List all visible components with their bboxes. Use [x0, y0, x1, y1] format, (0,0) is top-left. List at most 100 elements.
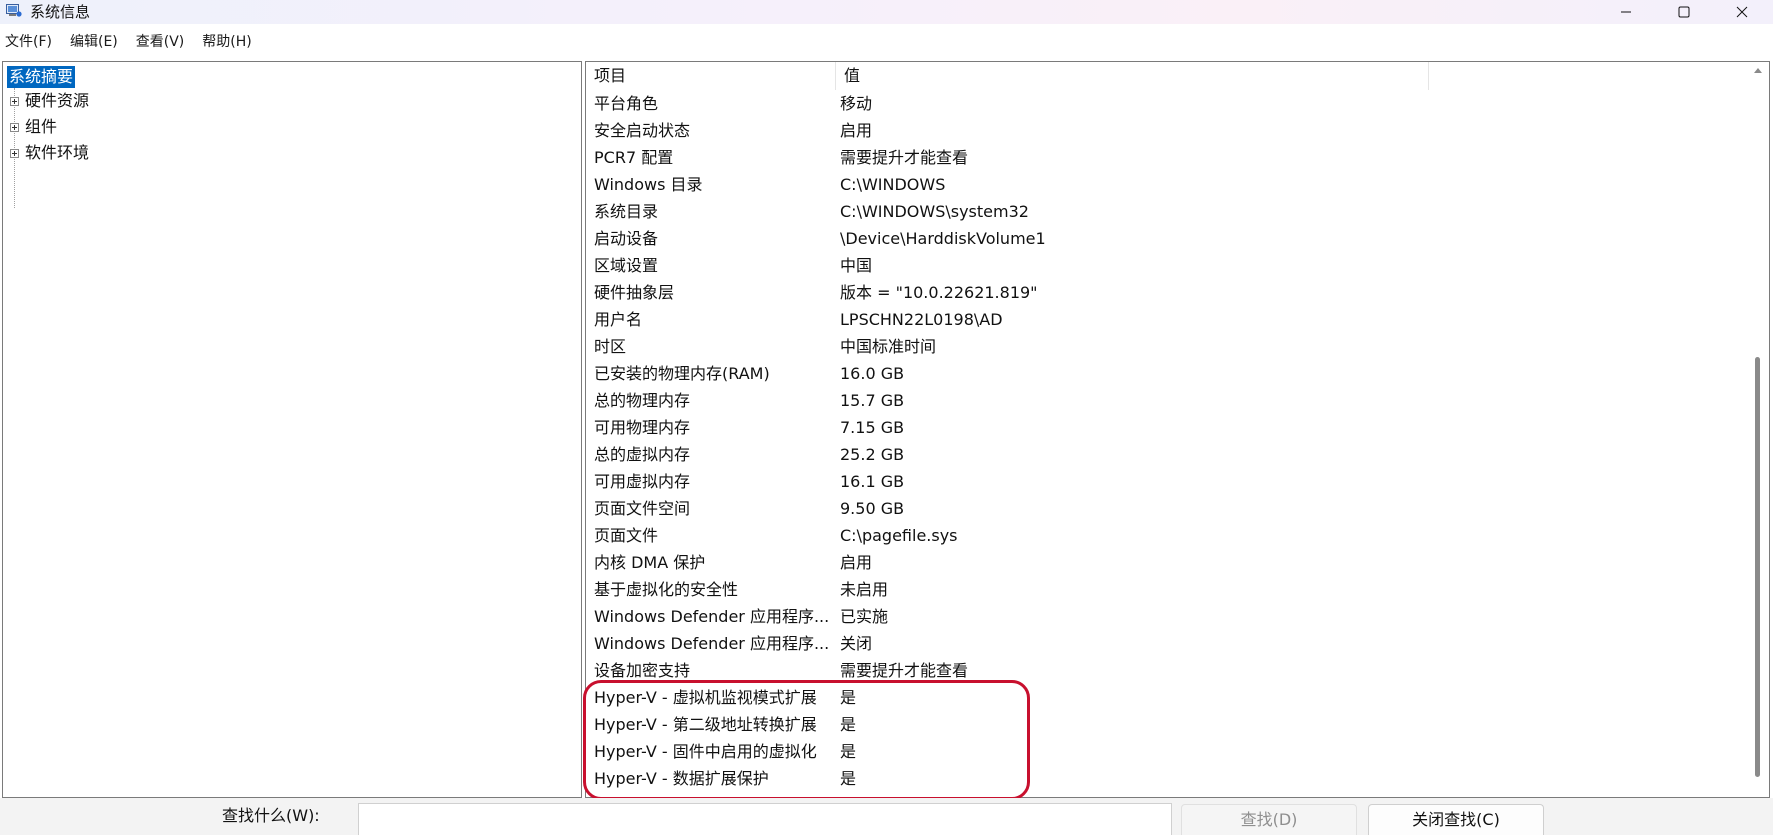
- table-row[interactable]: 总的虚拟内存 25.2 GB: [586, 441, 1746, 468]
- find-button[interactable]: 查找(D): [1181, 804, 1357, 835]
- value-cell: 是: [840, 742, 857, 761]
- details-list[interactable]: 项目 值 平台角色 移动 安全启动状态 启用 PCR7 配置 需要提升才能查看 Window…: [585, 61, 1770, 798]
- table-row[interactable]: 内核 DMA 保护 启用: [586, 549, 1746, 576]
- table-row[interactable]: Windows Defender 应用程序... 关闭: [586, 630, 1746, 657]
- tree-item-label: 软件环境: [25, 143, 90, 162]
- item-cell: 总的物理内存: [594, 391, 691, 410]
- item-cell: Hyper-V - 数据扩展保护: [594, 769, 769, 788]
- item-cell: Windows 目录: [594, 175, 703, 194]
- item-cell: Windows Defender 应用程序...: [594, 634, 830, 653]
- value-cell: 需要提升才能查看: [840, 148, 969, 167]
- item-cell: Hyper-V - 第二级地址转换扩展: [594, 715, 817, 734]
- item-cell: 用户名: [594, 310, 643, 329]
- menu-edit[interactable]: 编辑(E): [65, 32, 126, 52]
- table-row[interactable]: 页面文件空间 9.50 GB: [586, 495, 1746, 522]
- value-cell: 16.0 GB: [840, 364, 905, 383]
- window-title: 系统信息: [30, 3, 91, 21]
- value-cell: 是: [840, 769, 857, 788]
- maximize-icon: [1678, 6, 1690, 18]
- table-row[interactable]: 总的物理内存 15.7 GB: [586, 387, 1746, 414]
- tree-item-label: 组件: [25, 117, 58, 136]
- value-cell: 移动: [840, 94, 873, 113]
- value-cell: 已实施: [840, 607, 889, 626]
- menu-file[interactable]: 文件(F): [0, 32, 60, 52]
- table-row[interactable]: Hyper-V - 虚拟机监视模式扩展 是: [586, 684, 1746, 711]
- table-row[interactable]: Windows Defender 应用程序... 已实施: [586, 603, 1746, 630]
- expand-plus-icon[interactable]: [10, 148, 19, 158]
- item-cell: 区域设置: [594, 256, 659, 275]
- item-cell: 内核 DMA 保护: [594, 553, 706, 572]
- scroll-up-arrow-icon[interactable]: [1754, 68, 1762, 73]
- value-cell: LPSCHN22L0198\AD: [840, 310, 1003, 329]
- category-tree[interactable]: 系统摘要 硬件资源 组件 软件环境: [2, 61, 582, 798]
- table-row[interactable]: PCR7 配置 需要提升才能查看: [586, 144, 1746, 171]
- maximize-button[interactable]: [1655, 0, 1713, 24]
- item-cell: 时区: [594, 337, 627, 356]
- value-cell: 中国标准时间: [840, 337, 937, 356]
- minimize-button[interactable]: [1597, 0, 1655, 24]
- item-cell: 基于虚拟化的安全性: [594, 580, 739, 599]
- list-rows: 平台角色 移动 安全启动状态 启用 PCR7 配置 需要提升才能查看 Windows 目录 C…: [586, 90, 1746, 792]
- table-row[interactable]: 页面文件 C:\pagefile.sys: [586, 522, 1746, 549]
- menu-view[interactable]: 查看(V): [131, 32, 193, 52]
- item-cell: 可用虚拟内存: [594, 472, 691, 491]
- table-row[interactable]: 时区 中国标准时间: [586, 333, 1746, 360]
- value-cell: 需要提升才能查看: [840, 661, 969, 680]
- column-header-value[interactable]: 值: [836, 62, 1429, 90]
- tree-item-label: 硬件资源: [25, 91, 90, 110]
- table-row[interactable]: 平台角色 移动: [586, 90, 1746, 117]
- table-row[interactable]: Hyper-V - 第二级地址转换扩展 是: [586, 711, 1746, 738]
- system-info-app-icon: [6, 4, 22, 17]
- tree-item-hardware-resources[interactable]: 硬件资源: [10, 90, 89, 112]
- table-row[interactable]: 可用虚拟内存 16.1 GB: [586, 468, 1746, 495]
- item-cell: Windows Defender 应用程序...: [594, 607, 830, 626]
- table-row[interactable]: 硬件抽象层 版本 = "10.0.22621.819": [586, 279, 1746, 306]
- close-icon: [1736, 6, 1748, 18]
- column-header-item[interactable]: 项目: [586, 62, 836, 90]
- value-cell: 是: [840, 715, 857, 734]
- item-cell: 平台角色: [594, 94, 659, 113]
- expand-plus-icon[interactable]: [10, 96, 19, 106]
- vertical-scrollbar[interactable]: [1749, 62, 1767, 797]
- table-row[interactable]: 安全启动状态 启用: [586, 117, 1746, 144]
- table-row[interactable]: Hyper-V - 固件中启用的虚拟化 是: [586, 738, 1746, 765]
- close-find-button[interactable]: 关闭查找(C): [1368, 804, 1544, 835]
- expand-plus-icon[interactable]: [10, 122, 19, 132]
- minimize-icon: [1621, 11, 1631, 13]
- value-cell: 25.2 GB: [840, 445, 905, 464]
- table-row[interactable]: 用户名 LPSCHN22L0198\AD: [586, 306, 1746, 333]
- item-cell: 硬件抽象层: [594, 283, 675, 302]
- item-cell: 启动设备: [594, 229, 659, 248]
- table-row[interactable]: 可用物理内存 7.15 GB: [586, 414, 1746, 441]
- table-row[interactable]: Windows 目录 C:\WINDOWS: [586, 171, 1746, 198]
- close-button[interactable]: [1713, 0, 1771, 24]
- item-cell: 系统目录: [594, 202, 659, 221]
- value-cell: 7.15 GB: [840, 418, 905, 437]
- value-cell: 是: [840, 688, 857, 707]
- table-row[interactable]: 系统目录 C:\WINDOWS\system32: [586, 198, 1746, 225]
- item-cell: PCR7 配置: [594, 148, 674, 167]
- value-cell: 9.50 GB: [840, 499, 905, 518]
- table-row[interactable]: 设备加密支持 需要提升才能查看: [586, 657, 1746, 684]
- table-row[interactable]: 已安装的物理内存(RAM) 16.0 GB: [586, 360, 1746, 387]
- value-cell: \Device\HarddiskVolume1: [840, 229, 1046, 248]
- tree-item-software-environment[interactable]: 软件环境: [10, 142, 89, 164]
- menu-bar: 文件(F) 编辑(E) 查看(V) 帮助(H): [0, 30, 1773, 54]
- value-cell: C:\pagefile.sys: [840, 526, 958, 545]
- table-row[interactable]: 启动设备 \Device\HarddiskVolume1: [586, 225, 1746, 252]
- menu-help[interactable]: 帮助(H): [197, 32, 259, 52]
- value-cell: 版本 = "10.0.22621.819": [840, 283, 1038, 302]
- find-what-input[interactable]: [358, 803, 1172, 835]
- item-cell: 页面文件: [594, 526, 659, 545]
- table-row[interactable]: Hyper-V - 数据扩展保护 是: [586, 765, 1746, 792]
- tree-item-components[interactable]: 组件: [10, 116, 57, 138]
- value-cell: C:\WINDOWS\system32: [840, 202, 1029, 221]
- table-row[interactable]: 区域设置 中国: [586, 252, 1746, 279]
- value-cell: 15.7 GB: [840, 391, 905, 410]
- item-cell: 可用物理内存: [594, 418, 691, 437]
- value-cell: 中国: [840, 256, 873, 275]
- scrollbar-thumb[interactable]: [1755, 357, 1760, 777]
- item-cell: 设备加密支持: [594, 661, 691, 680]
- tree-item-system-summary[interactable]: 系统摘要: [7, 66, 76, 88]
- table-row[interactable]: 基于虚拟化的安全性 未启用: [586, 576, 1746, 603]
